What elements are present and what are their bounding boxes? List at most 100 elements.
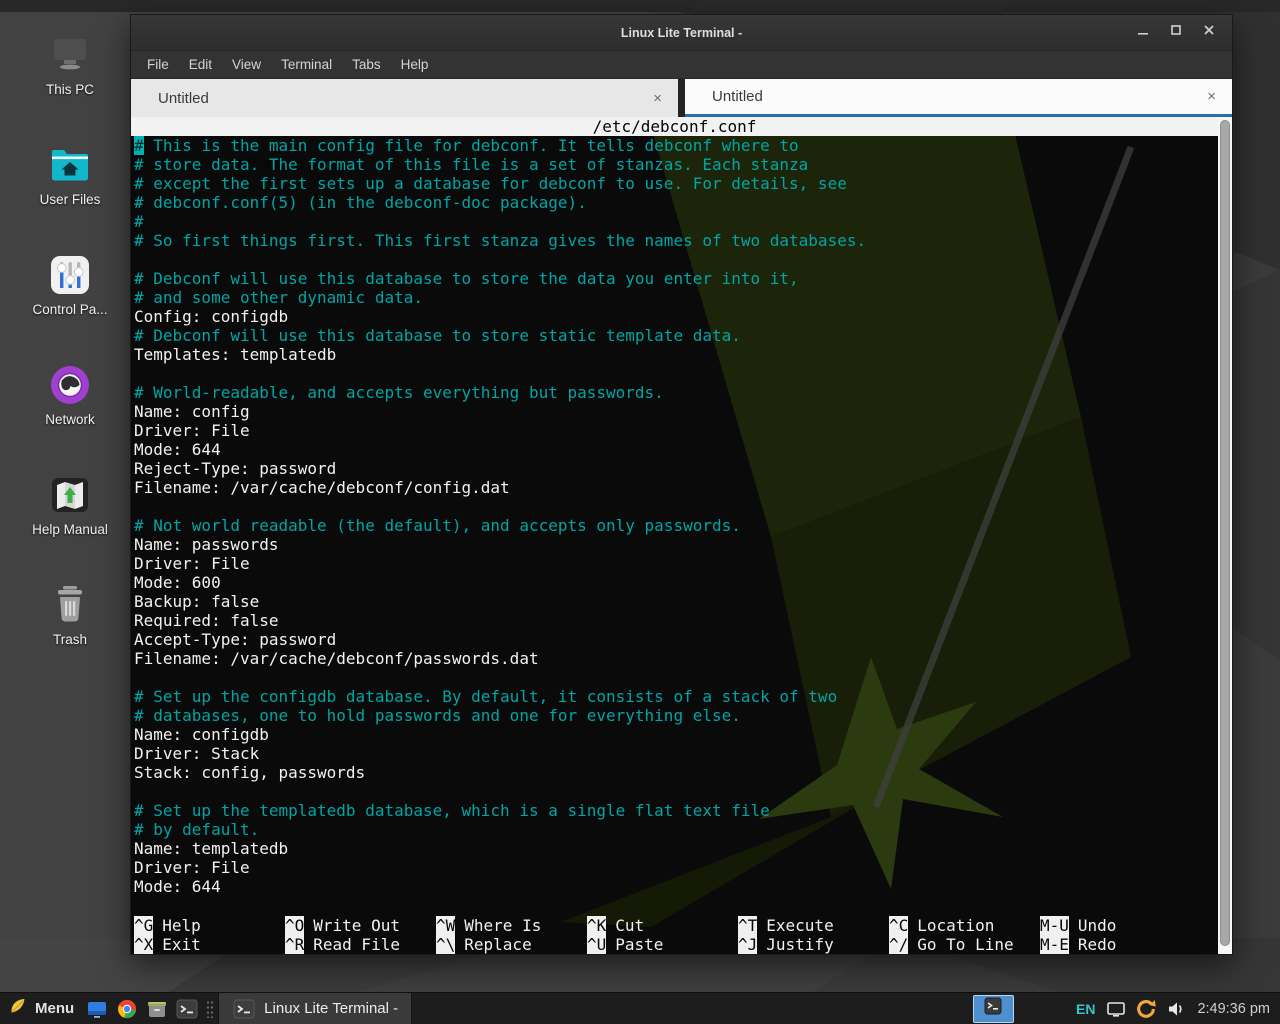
tray-terminal-button[interactable] — [973, 995, 1014, 1023]
tray-display-icon[interactable] — [1105, 998, 1127, 1020]
menu-button-label: Menu — [35, 1000, 74, 1017]
shortcut-redo: M-ERedo — [1040, 935, 1116, 954]
shortcut-help: ^GHelp — [134, 916, 285, 935]
shortcut-column: ^KCut^UPaste — [587, 916, 738, 954]
nano-line: Stack: config, passwords — [134, 763, 1232, 782]
desktop-icon-help-manual[interactable]: Help Manual — [16, 466, 124, 537]
launcher-chrome-icon[interactable] — [115, 997, 139, 1021]
desktop-icon-trash[interactable]: Trash — [16, 576, 124, 647]
tab-untitled-1[interactable]: Untitled × — [131, 79, 678, 117]
menu-tabs[interactable]: Tabs — [344, 53, 389, 76]
nano-line: Mode: 644 — [134, 877, 1232, 896]
shortcut-cut: ^K Cut — [587, 916, 738, 935]
shortcut-column: ^TExecute^JJustify — [738, 916, 889, 954]
shortcut-location: ^CLocation — [889, 916, 1040, 935]
desktop-icon-label: User Files — [16, 192, 124, 207]
shortcut-column: ^GHelp^XExit — [134, 916, 285, 954]
taskbar-window-label: Linux Lite Terminal - — [264, 1000, 398, 1017]
desktop-icon-this-pc[interactable]: This PC — [16, 26, 124, 97]
system-tray — [1101, 998, 1191, 1020]
nano-line — [134, 782, 1232, 801]
desktop-icon-label: This PC — [16, 82, 124, 97]
shortcut-column: M-UUndoM-ERedo — [1040, 916, 1116, 954]
menu-edit[interactable]: Edit — [181, 53, 220, 76]
tray-volume-icon[interactable] — [1165, 998, 1187, 1020]
nano-header: /etc/debconf.conf GNU nano 7.2 — [131, 117, 1218, 136]
nano-line — [134, 497, 1232, 516]
clock[interactable]: 2:49:36 pm — [1197, 1001, 1270, 1017]
tab-close-icon[interactable]: × — [653, 91, 662, 106]
taskbar-window-button[interactable]: Linux Lite Terminal - — [218, 993, 412, 1024]
menu-view[interactable]: View — [224, 53, 269, 76]
nano-line: Filename: /var/cache/debconf/passwords.d… — [134, 649, 1232, 668]
terminal-content[interactable]: /etc/debconf.conf GNU nano 7.2 # This is… — [131, 117, 1232, 954]
nano-line: # debconf.conf(5) (in the debconf-doc pa… — [134, 193, 1232, 212]
nano-line: # store data. The format of this file is… — [134, 155, 1232, 174]
shortcut-justify: ^JJustify — [738, 935, 889, 954]
tab-label: Untitled — [712, 88, 763, 105]
tab-label: Untitled — [158, 90, 209, 107]
menu-bar: FileEditViewTerminalTabsHelp — [131, 51, 1232, 79]
tab-bar: Untitled × Untitled × — [131, 79, 1232, 117]
tray-updates-icon[interactable] — [1135, 998, 1157, 1020]
shortcut-label: Where Is — [464, 916, 541, 935]
nano-line — [134, 364, 1232, 383]
tab-untitled-2[interactable]: Untitled × — [685, 79, 1232, 117]
menu-terminal[interactable]: Terminal — [273, 53, 340, 76]
launcher-terminal-icon[interactable] — [175, 997, 199, 1021]
trash-icon — [16, 576, 124, 626]
shortcut-key: ^\ — [436, 935, 455, 954]
shortcut-key: ^J — [738, 935, 757, 954]
tab-close-icon[interactable]: × — [1207, 89, 1216, 104]
shortcut-key: ^/ — [889, 935, 908, 954]
nano-line: # So first things first. This first stan… — [134, 231, 1232, 250]
menu-button[interactable]: Menu — [0, 993, 82, 1024]
taskbar: Menu Linux Lite Terminal - EN 2:49:36 pm — [0, 992, 1280, 1024]
menu-file[interactable]: File — [139, 53, 177, 76]
shortcut-go-to-line: ^/Go To Line — [889, 935, 1040, 954]
nano-line: # and some other dynamic data. — [134, 288, 1232, 307]
nano-line: Accept-Type: password — [134, 630, 1232, 649]
terminal-scrollbar[interactable] — [1218, 117, 1232, 954]
menu-help[interactable]: Help — [393, 53, 437, 76]
nano-line: Config: configdb — [134, 307, 1232, 326]
linux-lite-logo-icon — [8, 996, 28, 1021]
shortcut-key: ^G — [134, 916, 153, 935]
desktop-icon-user-files[interactable]: User Files — [16, 136, 124, 207]
minimize-button[interactable] — [1136, 26, 1150, 40]
nano-line: # by default. — [134, 820, 1232, 839]
window-title: Linux Lite Terminal - — [131, 26, 1232, 40]
nano-line: # Set up the configdb database. By defau… — [134, 687, 1232, 706]
shortcut-column: ^W Where Is ^\ Replace — [436, 916, 587, 954]
shortcut-key: ^W — [436, 916, 455, 935]
terminal-icon — [232, 997, 256, 1021]
desktop-icon-control-pa[interactable]: Control Pa... — [16, 246, 124, 317]
shortcut-execute: ^TExecute — [738, 916, 889, 935]
close-button[interactable] — [1202, 26, 1216, 40]
nano-line: Driver: Stack — [134, 744, 1232, 763]
window-titlebar[interactable]: Linux Lite Terminal - — [131, 15, 1232, 51]
nano-line: # — [134, 212, 1232, 231]
terminal-icon — [984, 997, 1002, 1020]
desktop-icon-label: Help Manual — [16, 522, 124, 537]
shortcut-label: Exit — [162, 935, 201, 954]
shortcut-key: M-E — [1040, 935, 1069, 954]
desktop-icon-network[interactable]: Network — [16, 356, 124, 427]
keyboard-layout-indicator[interactable]: EN — [1076, 1001, 1095, 1017]
nano-line: Name: templatedb — [134, 839, 1232, 858]
shortcut-key: ^K — [587, 916, 606, 935]
nano-line: # except the first sets up a database fo… — [134, 174, 1232, 193]
nano-line: Templates: templatedb — [134, 345, 1232, 364]
desktop-icon-label: Trash — [16, 632, 124, 647]
maximize-button[interactable] — [1169, 26, 1183, 40]
launcher-file-manager-icon[interactable] — [85, 997, 109, 1021]
nano-line: # Debconf will use this database to stor… — [134, 326, 1232, 345]
panel-separator — [206, 1000, 214, 1018]
launcher-archive-icon[interactable] — [145, 997, 169, 1021]
nano-line: # Set up the templatedb database, which … — [134, 801, 1232, 820]
nano-shortcut-bar: ^GHelp^XExit^OWrite Out^RRead File^WWher… — [134, 916, 1218, 954]
shortcut-label: Replace — [464, 935, 531, 954]
scrollbar-thumb[interactable] — [1220, 120, 1230, 946]
shortcut-label: Cut — [615, 916, 644, 935]
monitor-icon — [16, 26, 124, 76]
